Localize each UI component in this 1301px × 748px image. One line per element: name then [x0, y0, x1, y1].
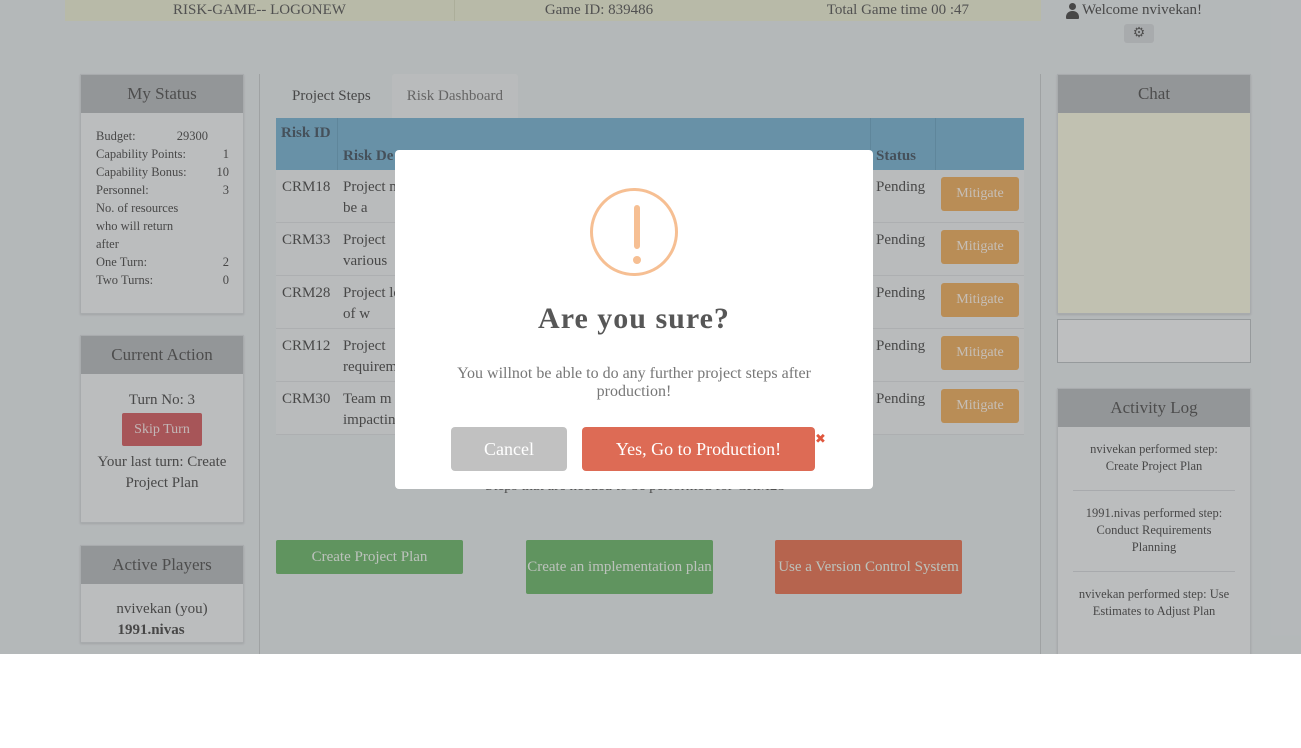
cancel-button[interactable]: Cancel [451, 427, 567, 471]
confirm-dialog: Are you sure? You willnot be able to do … [395, 150, 873, 489]
confirm-production-button[interactable]: Yes, Go to Production! [582, 427, 815, 471]
close-icon[interactable]: ✖ [815, 432, 826, 447]
dialog-title: Are you sure? [538, 302, 730, 335]
warning-icon [590, 188, 678, 276]
app-background: RISK-GAME-- LOGONEW Game ID: 839486 Tota… [0, 0, 1301, 654]
dialog-message: You willnot be able to do any further pr… [457, 365, 811, 400]
